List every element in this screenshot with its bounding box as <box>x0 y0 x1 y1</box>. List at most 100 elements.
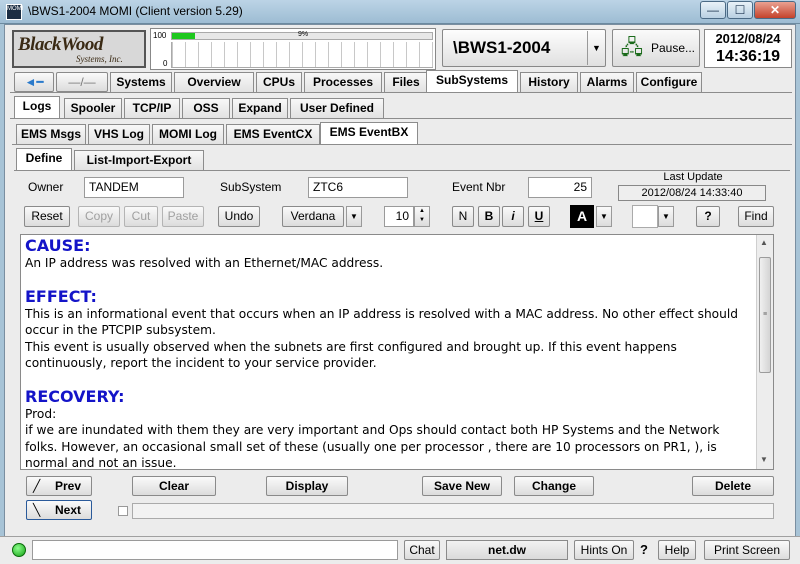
event-description-editor[interactable]: CAUSE: An IP address was resolved with a… <box>20 234 774 470</box>
tab-spooler[interactable]: Spooler <box>64 98 122 118</box>
last-update-value: 2012/08/24 14:33:40 <box>618 185 766 201</box>
scrollbar-thumb[interactable]: ≡ <box>759 257 771 373</box>
subsystem-field[interactable]: ZTC6 <box>308 177 408 198</box>
prev-button[interactable]: ╱ Prev <box>26 476 92 496</box>
cpu-history-graph <box>171 42 433 68</box>
paste-button[interactable]: Paste <box>162 206 204 227</box>
log-tab-bar: EMS Msgs VHS Log MOMI Log EMS EventCX EM… <box>16 122 436 146</box>
next-button[interactable]: ╲ Next <box>26 500 92 520</box>
help-status-button[interactable]: Help <box>658 540 696 560</box>
expand-view-button[interactable]: ◄━ <box>14 72 54 92</box>
prev-label: Prev <box>54 479 82 493</box>
font-dropdown-icon[interactable]: ▼ <box>346 206 362 227</box>
effect-text-1: This is an informational event that occu… <box>25 306 738 338</box>
save-new-button[interactable]: Save New <box>422 476 502 496</box>
log-tab-divider <box>12 144 792 145</box>
owner-field[interactable]: TANDEM <box>84 177 184 198</box>
last-update-label: Last Update <box>663 171 723 183</box>
subsystem-tab-bar: Logs Spooler TCP/IP OSS Expand User Defi… <box>14 96 394 120</box>
tab-systems[interactable]: Systems <box>110 72 172 92</box>
font-select[interactable]: Verdana <box>282 206 344 227</box>
tab-overview[interactable]: Overview <box>174 72 254 92</box>
gauge-top-label: 100 <box>153 31 167 40</box>
background-color-dropdown-icon[interactable]: ▼ <box>658 206 674 227</box>
tab-user-defined[interactable]: User Defined <box>290 98 384 118</box>
tab-oss[interactable]: OSS <box>182 98 230 118</box>
normal-style-button[interactable]: N <box>452 206 474 227</box>
tab-files[interactable]: Files <box>384 72 428 92</box>
tab-expand[interactable]: Expand <box>232 98 288 118</box>
pause-button[interactable]: 🖧 Pause... <box>612 29 700 67</box>
display-button[interactable]: Display <box>266 476 348 496</box>
text-color-button[interactable]: A <box>570 205 594 228</box>
minimize-button[interactable]: — <box>700 1 726 19</box>
cause-text: An IP address was resolved with an Ether… <box>25 256 384 270</box>
define-tab-bar: Define List-Import-Export <box>16 148 216 172</box>
tab-vhs-log[interactable]: VHS Log <box>88 124 150 144</box>
option-checkbox[interactable] <box>118 506 128 516</box>
status-message <box>32 540 398 560</box>
effect-text-2: This event is usually observed when the … <box>25 339 677 371</box>
print-screen-button[interactable]: Print Screen <box>704 540 790 560</box>
italic-button[interactable]: i <box>502 206 524 227</box>
scroll-down-icon[interactable]: ▼ <box>760 455 768 464</box>
collapse-view-button[interactable]: —/— <box>56 72 108 92</box>
close-button[interactable]: ✕ <box>754 1 796 19</box>
connection-status-icon <box>12 543 26 557</box>
tab-tcpip[interactable]: TCP/IP <box>124 98 180 118</box>
effect-heading: EFFECT: <box>25 286 97 306</box>
find-button[interactable]: Find <box>738 206 774 227</box>
underline-button[interactable]: U <box>528 206 550 227</box>
copy-button[interactable]: Copy <box>78 206 120 227</box>
tab-cpus[interactable]: CPUs <box>256 72 302 92</box>
recovery-heading: RECOVERY: <box>25 386 125 406</box>
question-icon[interactable]: ? <box>640 542 648 557</box>
network-computers-icon: 🖧 <box>620 37 643 59</box>
text-color-dropdown-icon[interactable]: ▼ <box>596 206 612 227</box>
change-button[interactable]: Change <box>514 476 594 496</box>
cpu-bar-track: 9% <box>171 31 433 40</box>
tab-alarms[interactable]: Alarms <box>580 72 634 92</box>
main-tab-divider <box>10 92 792 93</box>
logo-subtitle: Systems, Inc. <box>76 54 123 64</box>
help-button[interactable]: ? <box>696 206 720 227</box>
next-arrow-icon: ╲ <box>33 503 41 517</box>
clear-button[interactable]: Clear <box>132 476 216 496</box>
tab-logs[interactable]: Logs <box>14 96 60 118</box>
font-size-field[interactable]: 10 <box>384 206 414 227</box>
delete-button[interactable]: Delete <box>692 476 774 496</box>
scroll-up-icon[interactable]: ▲ <box>760 238 768 247</box>
cut-button[interactable]: Cut <box>124 206 158 227</box>
tab-subsystems[interactable]: SubSystems <box>426 70 518 92</box>
bold-button[interactable]: B <box>478 206 500 227</box>
gauge-bottom-label: 0 <box>163 59 168 68</box>
reset-button[interactable]: Reset <box>24 206 70 227</box>
expand-arrow-icon: ◄━ <box>24 75 44 89</box>
event-nbr-field[interactable]: 25 <box>528 177 592 198</box>
maximize-button[interactable]: ☐ <box>727 1 753 19</box>
title-bar[interactable]: MOMI \BWS1-2004 MOMI (Client version 5.2… <box>0 0 800 24</box>
tab-momi-log[interactable]: MOMI Log <box>152 124 224 144</box>
editor-scrollbar[interactable]: ▲ ≡ ▼ <box>756 235 773 469</box>
tab-ems-eventcx[interactable]: EMS EventCX <box>226 124 320 144</box>
system-selector[interactable]: \BWS1-2004 ▼ <box>442 29 606 67</box>
chat-button[interactable]: Chat <box>404 540 440 560</box>
tab-ems-msgs[interactable]: EMS Msgs <box>16 124 86 144</box>
pause-label: Pause... <box>650 41 695 55</box>
subsystem-label: SubSystem <box>220 180 282 194</box>
logo-name: BlackWood <box>18 34 103 55</box>
hints-toggle[interactable]: Hints On <box>574 540 634 560</box>
font-size-spinner-icon[interactable]: ▲ ▼ <box>414 206 430 227</box>
chevron-down-icon[interactable]: ▼ <box>587 31 605 65</box>
status-bar: Chat net.dw Hints On ? Help Print Screen <box>0 536 800 564</box>
tab-processes[interactable]: Processes <box>304 72 382 92</box>
undo-button[interactable]: Undo <box>218 206 260 227</box>
tab-define[interactable]: Define <box>16 148 72 170</box>
tab-list-import-export[interactable]: List-Import-Export <box>74 150 204 170</box>
tab-history[interactable]: History <box>520 72 578 92</box>
main-tab-bar: Systems Overview CPUs Processes Files Su… <box>110 70 800 94</box>
clock-date: 2012/08/24 <box>715 31 781 46</box>
tab-ems-eventbx[interactable]: EMS EventBX <box>320 122 418 144</box>
tab-configure[interactable]: Configure <box>636 72 702 92</box>
background-color-button[interactable] <box>632 205 658 228</box>
